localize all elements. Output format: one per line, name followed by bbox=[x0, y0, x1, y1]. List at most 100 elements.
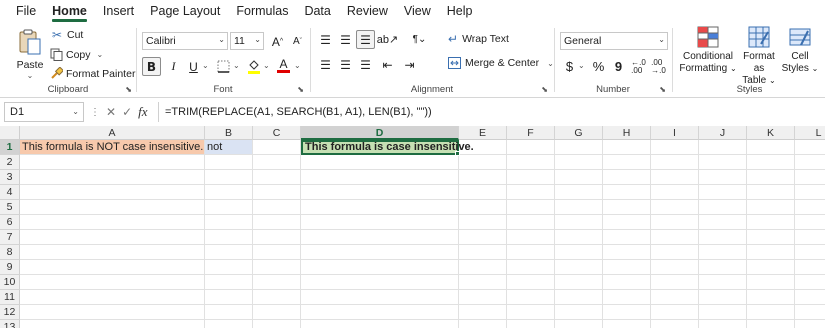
cell-e1[interactable] bbox=[459, 140, 507, 155]
insert-function-icon[interactable]: fx bbox=[138, 104, 147, 120]
column-header-g[interactable]: G bbox=[555, 126, 603, 140]
cell-l2[interactable] bbox=[795, 155, 825, 170]
cell-b8[interactable] bbox=[205, 245, 253, 260]
cell-f8[interactable] bbox=[507, 245, 555, 260]
cell-c12[interactable] bbox=[253, 305, 301, 320]
cell-c13[interactable] bbox=[253, 320, 301, 328]
format-painter-button[interactable]: Format Painter bbox=[50, 67, 135, 80]
cell-l13[interactable] bbox=[795, 320, 825, 328]
cell-h1[interactable] bbox=[603, 140, 651, 155]
chevron-down-icon[interactable]: ⌄ bbox=[578, 61, 585, 70]
cell-a13[interactable] bbox=[20, 320, 205, 328]
percent-button[interactable]: % bbox=[589, 57, 608, 76]
cell-i3[interactable] bbox=[651, 170, 699, 185]
decrease-decimal-button[interactable]: .00 →.0 bbox=[649, 57, 668, 76]
wrap-text-button[interactable]: ↵ Wrap Text bbox=[448, 32, 509, 46]
cell-k13[interactable] bbox=[747, 320, 795, 328]
align-right-button[interactable]: ☰ bbox=[356, 55, 375, 74]
row-header-6[interactable]: 6 bbox=[0, 215, 20, 230]
cell-k1[interactable] bbox=[747, 140, 795, 155]
cell-f11[interactable] bbox=[507, 290, 555, 305]
cell-i5[interactable] bbox=[651, 200, 699, 215]
italic-button[interactable]: I bbox=[164, 57, 183, 76]
cell-d5[interactable] bbox=[301, 200, 459, 215]
tab-review[interactable]: Review bbox=[339, 0, 396, 22]
cell-g9[interactable] bbox=[555, 260, 603, 275]
cell-j8[interactable] bbox=[699, 245, 747, 260]
cell-k11[interactable] bbox=[747, 290, 795, 305]
underline-button[interactable]: U bbox=[184, 57, 203, 76]
cell-h8[interactable] bbox=[603, 245, 651, 260]
chevron-down-icon[interactable]: ⌄ bbox=[202, 61, 209, 70]
cell-j12[interactable] bbox=[699, 305, 747, 320]
cell-f2[interactable] bbox=[507, 155, 555, 170]
cell-g11[interactable] bbox=[555, 290, 603, 305]
row-header-9[interactable]: 9 bbox=[0, 260, 20, 275]
cell-b10[interactable] bbox=[205, 275, 253, 290]
cancel-icon[interactable]: ✕ bbox=[106, 105, 116, 119]
cell-j11[interactable] bbox=[699, 290, 747, 305]
cell-f10[interactable] bbox=[507, 275, 555, 290]
cell-a3[interactable] bbox=[20, 170, 205, 185]
cell-d4[interactable] bbox=[301, 185, 459, 200]
grow-font-button[interactable]: A ^ bbox=[268, 32, 287, 51]
cell-b13[interactable] bbox=[205, 320, 253, 328]
cell-h5[interactable] bbox=[603, 200, 651, 215]
cell-h10[interactable] bbox=[603, 275, 651, 290]
cell-h4[interactable] bbox=[603, 185, 651, 200]
cell-a8[interactable] bbox=[20, 245, 205, 260]
cell-l4[interactable] bbox=[795, 185, 825, 200]
row-header-1[interactable]: 1 bbox=[0, 140, 20, 155]
cell-i12[interactable] bbox=[651, 305, 699, 320]
copy-button[interactable]: Copy ⌄ bbox=[50, 48, 103, 61]
font-size-select[interactable]: 11 ⌄ bbox=[230, 32, 264, 50]
cell-b3[interactable] bbox=[205, 170, 253, 185]
tab-formulas[interactable]: Formulas bbox=[228, 0, 296, 22]
dialog-launcher-icon[interactable]: ⬊ bbox=[541, 85, 548, 94]
chevron-down-icon[interactable]: ⌄ bbox=[294, 61, 301, 70]
align-bottom-button[interactable]: ☰ bbox=[356, 30, 375, 49]
cell-j3[interactable] bbox=[699, 170, 747, 185]
row-header-10[interactable]: 10 bbox=[0, 275, 20, 290]
column-header-f[interactable]: F bbox=[507, 126, 555, 140]
cell-f13[interactable] bbox=[507, 320, 555, 328]
cell-k12[interactable] bbox=[747, 305, 795, 320]
cell-e4[interactable] bbox=[459, 185, 507, 200]
cell-e9[interactable] bbox=[459, 260, 507, 275]
cell-i11[interactable] bbox=[651, 290, 699, 305]
cell-l10[interactable] bbox=[795, 275, 825, 290]
cell-b11[interactable] bbox=[205, 290, 253, 305]
cell-d8[interactable] bbox=[301, 245, 459, 260]
column-header-c[interactable]: C bbox=[253, 126, 301, 140]
cell-e2[interactable] bbox=[459, 155, 507, 170]
cell-j9[interactable] bbox=[699, 260, 747, 275]
formula-input[interactable]: =TRIM(REPLACE(A1, SEARCH(B1, A1), LEN(B1… bbox=[158, 102, 825, 122]
column-header-b[interactable]: B bbox=[205, 126, 253, 140]
tab-page-layout[interactable]: Page Layout bbox=[142, 0, 228, 22]
cell-j4[interactable] bbox=[699, 185, 747, 200]
row-header-8[interactable]: 8 bbox=[0, 245, 20, 260]
cell-a5[interactable] bbox=[20, 200, 205, 215]
cell-j13[interactable] bbox=[699, 320, 747, 328]
tab-insert[interactable]: Insert bbox=[95, 0, 142, 22]
align-middle-button[interactable]: ☰ bbox=[336, 30, 355, 49]
cell-d3[interactable] bbox=[301, 170, 459, 185]
cell-f9[interactable] bbox=[507, 260, 555, 275]
cell-g1[interactable] bbox=[555, 140, 603, 155]
name-box[interactable]: D1 ⌄ bbox=[4, 102, 84, 122]
cell-a10[interactable] bbox=[20, 275, 205, 290]
cell-l9[interactable] bbox=[795, 260, 825, 275]
cell-i1[interactable] bbox=[651, 140, 699, 155]
cell-b4[interactable] bbox=[205, 185, 253, 200]
number-format-select[interactable]: General ⌄ bbox=[560, 32, 668, 50]
chevron-down-icon[interactable]: ⌄ bbox=[72, 103, 79, 121]
comma-style-button[interactable]: 9 bbox=[609, 57, 628, 76]
dialog-launcher-icon[interactable]: ⬊ bbox=[297, 85, 304, 94]
cell-k8[interactable] bbox=[747, 245, 795, 260]
row-header-5[interactable]: 5 bbox=[0, 200, 20, 215]
cell-i4[interactable] bbox=[651, 185, 699, 200]
column-header-k[interactable]: K bbox=[747, 126, 795, 140]
row-header-4[interactable]: 4 bbox=[0, 185, 20, 200]
cell-c6[interactable] bbox=[253, 215, 301, 230]
cell-e3[interactable] bbox=[459, 170, 507, 185]
